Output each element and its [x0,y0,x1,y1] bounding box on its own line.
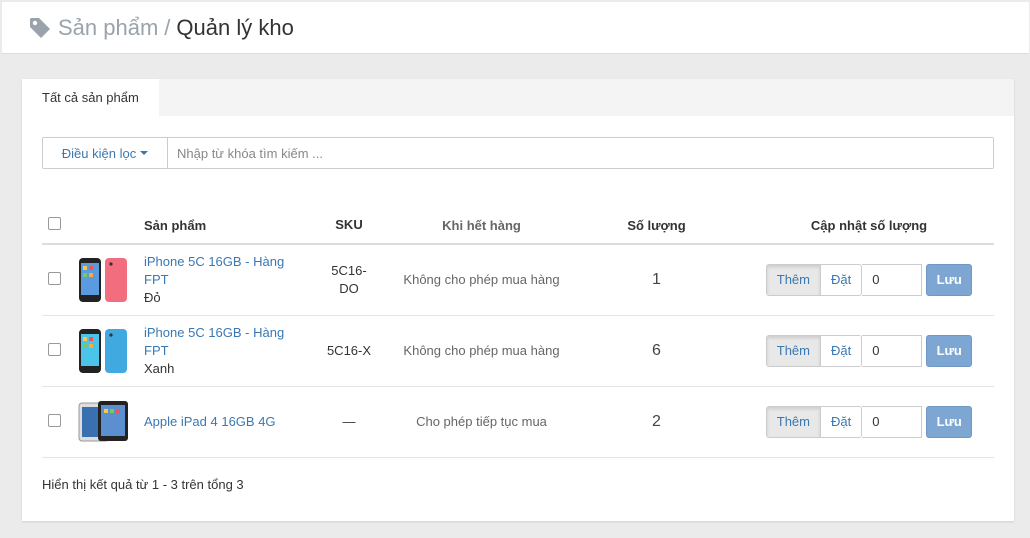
select-all-checkbox[interactable] [48,217,61,230]
product-name-link[interactable]: Apple iPad 4 16GB 4G [144,413,294,431]
row-checkbox[interactable] [48,271,61,285]
set-mode-button[interactable]: Đặt [821,335,862,366]
product-image-ipad [78,400,128,441]
quantity-value: 2 [569,386,744,458]
header-out-of-stock: Khi hết hàng [394,207,569,245]
row-checkbox[interactable] [48,342,61,356]
header-quantity: Số lượng [569,207,744,245]
inventory-table: Sản phẩm SKU Khi hết hàng Số lượng Cập n… [42,207,994,458]
update-mode-group: Thêm Đặt [765,263,863,296]
product-variant: Đỏ [144,289,161,305]
table-header-row: Sản phẩm SKU Khi hết hàng Số lượng Cập n… [42,207,994,245]
tab-all-products[interactable]: Tất cả sản phẩm [22,79,159,116]
out-of-stock-policy: Cho phép tiếp tục mua [394,386,569,458]
tag-icon [28,16,52,40]
save-button[interactable]: Lưu [926,334,973,367]
sku-cell: 5C16- DO [304,244,394,316]
quantity-updater: Thêm Đặt 0 Lưu [765,334,973,367]
update-mode-group: Thêm Đặt [765,405,863,438]
save-button[interactable]: Lưu [926,405,973,438]
quantity-value: 6 [569,315,744,387]
product-variant: Xanh [144,360,175,376]
set-mode-button[interactable]: Đặt [821,406,862,437]
add-mode-button[interactable]: Thêm [766,406,821,437]
header-update-quantity: Cập nhật số lượng [744,207,994,245]
table-row: iPhone 5C 16GB - Hàng FPT Xanh 5C16-X Khô… [42,315,994,387]
update-mode-group: Thêm Đặt [765,334,863,367]
row-checkbox[interactable] [48,413,61,427]
tab-strip: Tất cả sản phẩm [22,79,1014,116]
set-mode-button[interactable]: Đặt [821,264,862,295]
pagination-summary: Hiển thị kết quả từ 1 - 3 trên tổng 3 [42,477,244,492]
quantity-input[interactable]: 0 [862,405,923,438]
page-header: Sản phẩm / Quản lý kho [2,2,1029,54]
product-name-link[interactable]: iPhone 5C 16GB - Hàng FPT [144,253,294,289]
quantity-input[interactable]: 0 [862,334,923,367]
header-sku: SKU [304,207,394,245]
inventory-card: Tất cả sản phẩm Điều kiện lọc Sản phẩm S… [22,79,1014,521]
filter-bar: Điều kiện lọc [42,137,994,169]
product-image-iphone-red [79,257,127,302]
quantity-updater: Thêm Đặt 0 Lưu [765,263,973,296]
breadcrumb-separator: / [164,14,171,40]
sku-cell: — [304,386,394,458]
add-mode-button[interactable]: Thêm [766,264,821,295]
sku-cell: 5C16-X [304,315,394,387]
add-mode-button[interactable]: Thêm [766,335,821,366]
product-name-link[interactable]: iPhone 5C 16GB - Hàng FPT [144,324,294,360]
save-button[interactable]: Lưu [926,263,973,296]
caret-down-icon [140,151,149,155]
filter-label: Điều kiện lọc [61,145,137,161]
search-input[interactable] [168,138,993,168]
out-of-stock-policy: Không cho phép mua hàng [394,315,569,387]
table-row: Apple iPad 4 16GB 4G — Cho phép tiếp tục… [42,386,994,458]
filter-dropdown-button[interactable]: Điều kiện lọc [43,138,168,168]
quantity-updater: Thêm Đặt 0 Lưu [765,405,973,438]
table-row: iPhone 5C 16GB - Hàng FPT Đỏ 5C16- DO Khôn… [42,244,994,316]
product-image-iphone-blue [79,328,127,373]
quantity-input[interactable]: 0 [862,263,923,296]
quantity-value: 1 [569,244,744,316]
out-of-stock-policy: Không cho phép mua hàng [394,244,569,316]
page-title: Quản lý kho [176,14,294,40]
header-product: Sản phẩm [144,207,304,245]
breadcrumb-parent[interactable]: Sản phẩm [58,15,158,41]
